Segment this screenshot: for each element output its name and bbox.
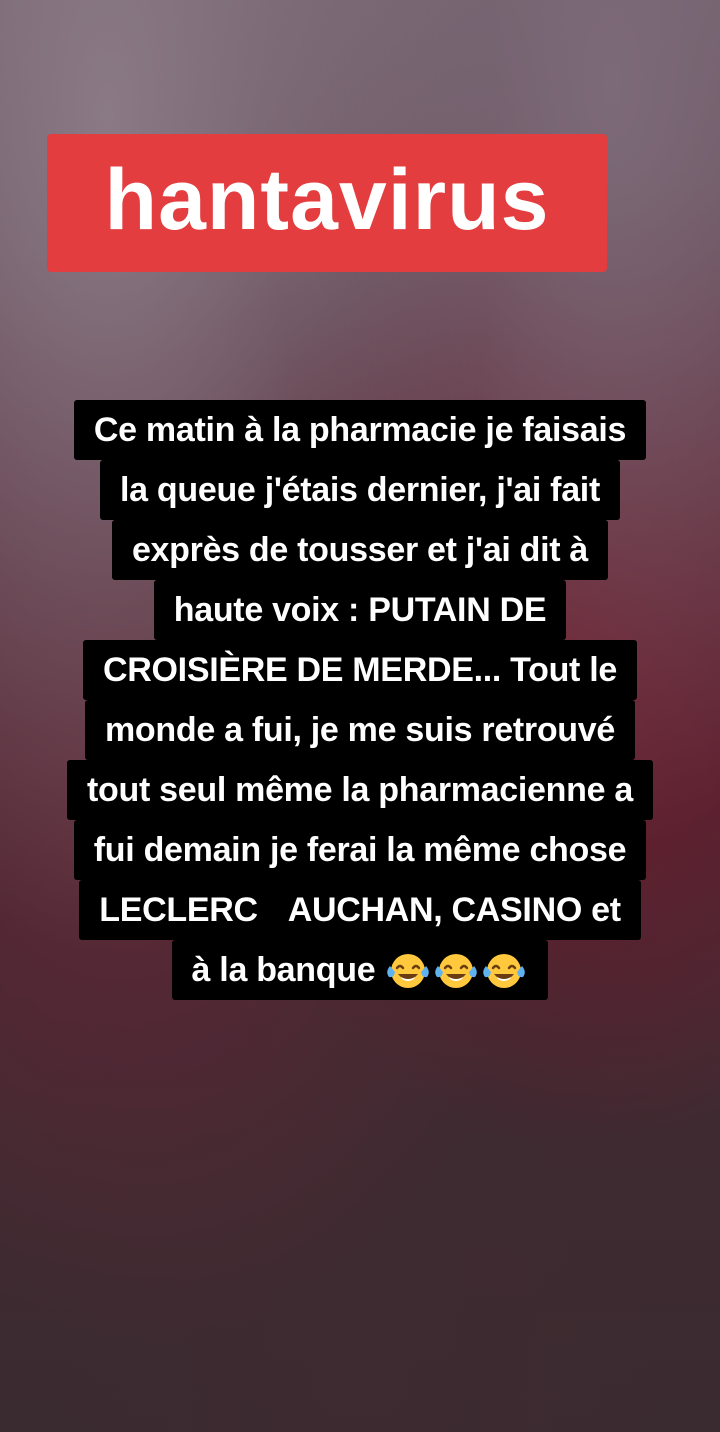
caption-line-5: CROISIÈRE DE MERDE... Tout le xyxy=(83,640,637,700)
face-with-tears-of-joy-icon xyxy=(480,949,528,989)
caption-stores: AUCHAN, CASINO et xyxy=(287,891,621,929)
caption-line-4: haute voix : PUTAIN DE xyxy=(153,580,567,640)
caption-overlay: Ce matin à la pharmacie je faisais la qu… xyxy=(0,400,720,1000)
caption-line-7: tout seul même la pharmacienne a xyxy=(67,760,653,820)
title-banner: hantavirus xyxy=(47,134,607,272)
caption-line-1: Ce matin à la pharmacie je faisais xyxy=(73,400,647,460)
caption-bank: à la banque xyxy=(191,951,376,989)
caption-line-10: à la banque xyxy=(171,940,549,1000)
face-with-tears-of-joy-icon xyxy=(432,949,480,989)
caption-line-6: monde a fui, je me suis retrouvé xyxy=(85,700,635,760)
title-text: hantavirus xyxy=(104,152,550,248)
caption-line-2: la queue j'étais dernier, j'ai fait xyxy=(100,460,620,520)
caption-line-8: fui demain je ferai la même chose xyxy=(73,820,647,880)
face-with-tears-of-joy-icon xyxy=(384,949,432,989)
caption-line-9: LECLERC AUCHAN, CASINO et xyxy=(79,880,641,940)
caption-leclerc: LECLERC xyxy=(99,891,258,929)
caption-line-3: exprès de tousser et j'ai dit à xyxy=(111,520,609,580)
